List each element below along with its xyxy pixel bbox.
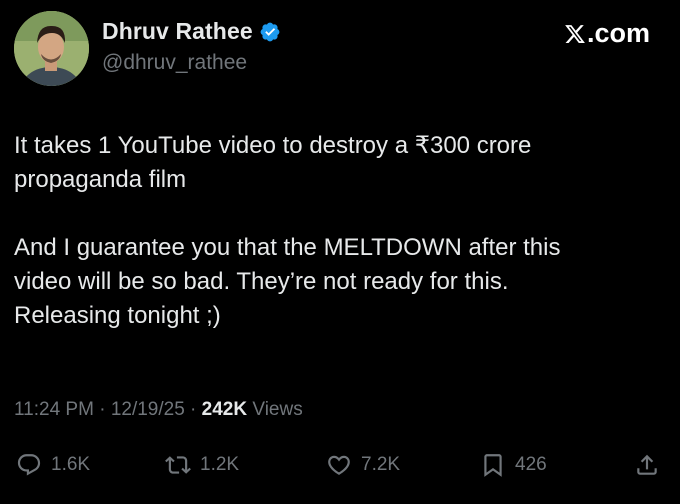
- meta-separator: ·: [184, 399, 202, 420]
- repost-button[interactable]: 1.2K: [165, 452, 239, 478]
- tweet-meta: 11:24 PM · 12/19/25 · 242K Views: [14, 399, 303, 421]
- reply-icon: [17, 454, 41, 476]
- author-name-row: Dhruv Rathee: [102, 18, 281, 45]
- avatar-photo: [14, 11, 89, 86]
- bookmark-count: 426: [515, 454, 547, 475]
- tweet-paragraph: And I guarantee you that the MELTDOWN af…: [14, 234, 561, 329]
- author-handle[interactable]: @dhruv_rathee: [102, 51, 247, 75]
- brand-label: .com: [586, 18, 650, 48]
- author-name[interactable]: Dhruv Rathee: [102, 18, 253, 45]
- tweet-text: It takes 1 YouTube video to destroy a ₹3…: [14, 129, 670, 333]
- tweet-time[interactable]: 11:24 PM: [14, 399, 94, 420]
- bookmark-button[interactable]: 426: [480, 452, 547, 478]
- tweet-paragraph: It takes 1 YouTube video to destroy a ₹3…: [14, 132, 532, 193]
- like-button[interactable]: 7.2K: [326, 452, 400, 478]
- share-button[interactable]: [634, 452, 660, 478]
- brand-watermark: .com: [564, 18, 650, 49]
- action-bar: 1.6K 1.2K 7.2K 426: [0, 452, 680, 484]
- views-label: Views: [247, 399, 303, 420]
- bookmark-icon: [484, 454, 502, 477]
- tweet-date[interactable]: 12/19/25: [111, 399, 185, 420]
- reply-count: 1.6K: [51, 454, 91, 475]
- heart-icon: [328, 455, 350, 475]
- repost-icon: [165, 456, 191, 474]
- like-count: 7.2K: [361, 454, 401, 475]
- avatar[interactable]: [14, 11, 89, 86]
- share-icon: [637, 454, 657, 475]
- x-logo-icon: [565, 24, 585, 43]
- views-count[interactable]: 242K: [202, 399, 247, 420]
- verified-badge-icon: [259, 21, 281, 43]
- meta-separator: ·: [93, 399, 111, 420]
- repost-count: 1.2K: [200, 454, 240, 475]
- reply-button[interactable]: 1.6K: [16, 452, 90, 478]
